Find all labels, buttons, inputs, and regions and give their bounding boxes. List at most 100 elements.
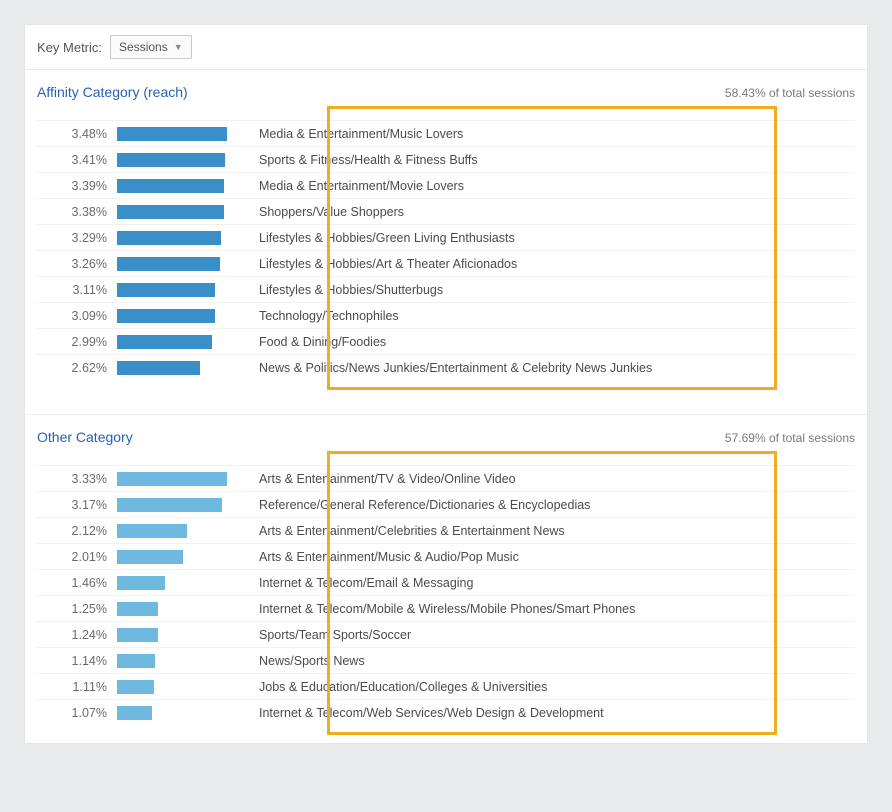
row-label: News & Politics/News Junkies/Entertainme… (237, 361, 855, 375)
key-metric-selected: Sessions (119, 40, 168, 54)
row-percent: 3.39% (37, 179, 117, 193)
row-percent: 3.33% (37, 472, 117, 486)
table-row[interactable]: 3.39%Media & Entertainment/Movie Lovers (37, 172, 855, 198)
row-label: Media & Entertainment/Music Lovers (237, 127, 855, 141)
table-row[interactable]: 3.33% Arts & Entertainment/TV & Video/Onl… (37, 465, 855, 491)
row-bar (117, 706, 152, 720)
row-bar (117, 524, 187, 538)
row-bar-cell (117, 335, 237, 349)
row-label: Lifestyles & Hobbies/Green Living Enthus… (237, 231, 855, 245)
row-bar-cell (117, 257, 237, 271)
table-row[interactable]: 1.14%News/Sports News (37, 647, 855, 673)
row-bar (117, 550, 183, 564)
row-label: Sports/Team Sports/Soccer (237, 628, 855, 642)
row-label: Lifestyles & Hobbies/Art & Theater Afici… (237, 257, 855, 271)
row-label: Jobs & Education/Education/Colleges & Un… (237, 680, 855, 694)
row-percent: 3.26% (37, 257, 117, 271)
table-row[interactable]: 2.99% Food & Dining/Foodies (37, 328, 855, 354)
table-row[interactable]: 3.11% Lifestyles & Hobbies/Shutterbugs (37, 276, 855, 302)
row-percent: 3.29% (37, 231, 117, 245)
row-bar (117, 654, 155, 668)
table-row[interactable]: 3.17% Reference/General Reference/Diction… (37, 491, 855, 517)
key-metric-select[interactable]: Sessions ▼ (110, 35, 192, 59)
table-row[interactable]: 3.48% Media & Entertainment/Music Lovers (37, 120, 855, 146)
key-metric-row: Key Metric: Sessions ▼ (25, 25, 867, 70)
table-row[interactable]: 1.11% Jobs & Education/Education/Colleges… (37, 673, 855, 699)
row-bar-cell (117, 127, 237, 141)
row-bar-cell (117, 680, 237, 694)
table-row[interactable]: 1.07%Internet & Telecom/Web Services/Web… (37, 699, 855, 725)
section-affinity: Affinity Category (reach) 58.43% of tota… (25, 70, 867, 398)
row-percent: 1.46% (37, 576, 117, 590)
row-percent: 1.07% (37, 706, 117, 720)
row-bar (117, 628, 158, 642)
row-percent: 3.11% (37, 283, 117, 297)
table-row[interactable]: 3.26% Lifestyles & Hobbies/Art & Theater … (37, 250, 855, 276)
row-label: Sports & Fitness/Health & Fitness Buffs (237, 153, 855, 167)
row-bar (117, 309, 215, 323)
row-label: Internet & Telecom/Mobile & Wireless/Mob… (237, 602, 855, 616)
row-bar-cell (117, 628, 237, 642)
row-label: Arts & Entertainment/TV & Video/Online V… (237, 472, 855, 486)
row-bar-cell (117, 654, 237, 668)
row-bar (117, 361, 200, 375)
row-bar (117, 231, 221, 245)
table-row[interactable]: 2.62% News & Politics/News Junkies/Entert… (37, 354, 855, 380)
row-bar (117, 602, 158, 616)
row-percent: 3.48% (37, 127, 117, 141)
table-row[interactable]: 2.01% Arts & Entertainment/Music & Audio/… (37, 543, 855, 569)
table-row[interactable]: 1.25%Internet & Telecom/Mobile & Wireles… (37, 595, 855, 621)
row-percent: 2.62% (37, 361, 117, 375)
row-label: Reference/General Reference/Dictionaries… (237, 498, 855, 512)
row-bar (117, 127, 227, 141)
row-percent: 3.41% (37, 153, 117, 167)
chevron-down-icon: ▼ (174, 42, 183, 52)
table-row[interactable]: 3.29% Lifestyles & Hobbies/Green Living E… (37, 224, 855, 250)
row-bar-cell (117, 179, 237, 193)
section-total-affinity: 58.43% of total sessions (725, 86, 855, 100)
table-row[interactable]: 2.12% Arts & Entertainment/Celebrities & … (37, 517, 855, 543)
row-label: News/Sports News (237, 654, 855, 668)
key-metric-label: Key Metric: (37, 40, 102, 55)
row-bar-cell (117, 472, 237, 486)
row-percent: 3.38% (37, 205, 117, 219)
table-row[interactable]: 3.09%Technology/Technophiles (37, 302, 855, 328)
row-bar-cell (117, 153, 237, 167)
row-bar-cell (117, 576, 237, 590)
row-bar (117, 680, 154, 694)
section-title-affinity[interactable]: Affinity Category (reach) (37, 84, 188, 100)
row-label: Lifestyles & Hobbies/Shutterbugs (237, 283, 855, 297)
section-header-other: Other Category 57.69% of total sessions (25, 415, 867, 465)
rows-other: 3.33% Arts & Entertainment/TV & Video/Onl… (25, 465, 867, 733)
table-row[interactable]: 3.41% Sports & Fitness/Health & Fitness B… (37, 146, 855, 172)
row-percent: 2.12% (37, 524, 117, 538)
row-bar (117, 335, 212, 349)
section-total-other: 57.69% of total sessions (725, 431, 855, 445)
row-percent: 3.09% (37, 309, 117, 323)
row-percent: 2.01% (37, 550, 117, 564)
row-label: Internet & Telecom/Email & Messaging (237, 576, 855, 590)
row-bar-cell (117, 550, 237, 564)
row-bar-cell (117, 231, 237, 245)
table-row[interactable]: 1.46% Internet & Telecom/Email & Messagin… (37, 569, 855, 595)
row-bar-cell (117, 706, 237, 720)
row-label: Arts & Entertainment/Music & Audio/Pop M… (237, 550, 855, 564)
rows-affinity: 3.48%Media & Entertainment/Music Lovers3… (25, 120, 867, 388)
row-bar-cell (117, 309, 237, 323)
row-percent: 2.99% (37, 335, 117, 349)
section-header-affinity: Affinity Category (reach) 58.43% of tota… (25, 70, 867, 120)
section-title-other[interactable]: Other Category (37, 429, 133, 445)
row-percent: 1.24% (37, 628, 117, 642)
row-percent: 1.11% (37, 680, 117, 694)
row-label: Food & Dining/Foodies (237, 335, 855, 349)
row-bar-cell (117, 361, 237, 375)
row-label: Arts & Entertainment/Celebrities & Enter… (237, 524, 855, 538)
row-bar (117, 576, 165, 590)
row-bar (117, 205, 224, 219)
row-percent: 3.17% (37, 498, 117, 512)
row-bar-cell (117, 524, 237, 538)
row-bar (117, 472, 227, 486)
table-row[interactable]: 3.38%Shoppers/Value Shoppers (37, 198, 855, 224)
row-bar-cell (117, 205, 237, 219)
table-row[interactable]: 1.24% Sports/Team Sports/Soccer (37, 621, 855, 647)
